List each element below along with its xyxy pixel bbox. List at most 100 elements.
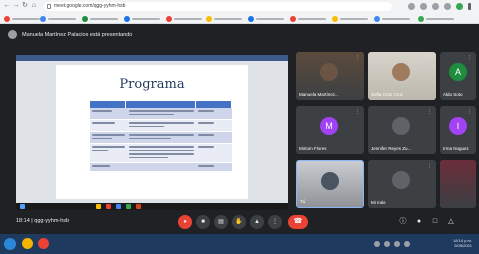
bookmark-item[interactable] [248, 15, 284, 22]
more-options-icon[interactable]: ⋮ [467, 55, 472, 61]
bookmark-item[interactable] [290, 15, 326, 22]
app-icon [96, 204, 101, 209]
participant-avatar: M [320, 117, 338, 135]
chrome-icon[interactable] [38, 238, 49, 249]
tray-icon[interactable] [394, 241, 400, 247]
meeting-details-icon[interactable]: ⓘ [398, 217, 408, 227]
bookmark-item[interactable] [4, 15, 40, 22]
home-icon[interactable]: ⌂ [30, 2, 38, 10]
participant-avatar: A [449, 63, 467, 81]
profile-avatar-icon[interactable] [456, 3, 463, 10]
bookmark-item[interactable] [206, 15, 242, 22]
url-text[interactable]: meet.google.com/qgg-yyhm-hsb [54, 3, 125, 10]
clock-date: 2/05/2021 [454, 243, 472, 248]
more-options-icon[interactable]: ⋮ [427, 55, 432, 61]
participant-video [440, 160, 476, 208]
tray-icon[interactable] [374, 241, 380, 247]
slide-title: Programa [119, 77, 185, 92]
menu-kebab-icon[interactable] [468, 3, 471, 10]
present-icon[interactable]: ▲ [250, 215, 264, 229]
participant-name: Jennifer Reyes Zu... [371, 146, 412, 151]
mic-off-icon[interactable]: ● [178, 215, 192, 229]
lock-icon [47, 4, 51, 9]
windows-start-icon [20, 204, 25, 209]
bookmark-favicon-icon [374, 15, 380, 22]
raise-hand-icon[interactable]: ✋ [232, 215, 246, 229]
file-explorer-icon[interactable] [22, 238, 33, 249]
participant-name: Tú [300, 199, 306, 204]
end-call-button[interactable]: ☎ [288, 215, 308, 229]
bookmark-favicon-icon [332, 15, 338, 22]
app-icon [106, 204, 111, 209]
participant-avatar: I [449, 117, 467, 135]
self-view-tile[interactable]: Tú [296, 160, 364, 208]
shared-screen[interactable]: Programa [16, 55, 288, 213]
presenter-avatar [8, 30, 17, 39]
browser-toolbar: ← → ↻ ⌂ meet.google.com/qgg-yyhm-hsb [0, 0, 479, 13]
tray-icon[interactable] [384, 241, 390, 247]
more-options-icon[interactable]: ⋮ [268, 215, 282, 229]
people-icon[interactable]: ● [414, 217, 424, 227]
taskbar-clock[interactable]: 18:14 p.m. 2/05/2021 [428, 238, 472, 248]
bookmark-favicon-icon [206, 15, 212, 22]
bookmark-favicon-icon [40, 15, 46, 22]
participant-name: Mi más [371, 200, 386, 205]
bookmark-favicon-icon [290, 15, 296, 22]
chat-icon[interactable]: □ [430, 217, 440, 227]
meeting-info: 18:14 | qgg-yyhm-hsb [16, 218, 70, 224]
presenter-taskbar [16, 203, 288, 210]
extension-icon[interactable] [432, 3, 439, 10]
bookmark-item[interactable] [418, 15, 454, 22]
more-options-icon[interactable]: ⋮ [467, 109, 472, 115]
participant-avatar [321, 172, 339, 190]
bookmark-item[interactable] [40, 15, 76, 22]
presenting-text: Manuela Martínez Palacios está presentan… [22, 31, 133, 38]
participant-avatar [392, 171, 410, 189]
more-options-icon[interactable]: ⋮ [427, 109, 432, 115]
table-header-row [90, 101, 232, 108]
meeting-code: qgg-yyhm-hsb [34, 218, 70, 224]
extensions-icon[interactable] [420, 3, 427, 10]
participant-name: Irma Noguez [443, 146, 469, 151]
table-row [90, 120, 232, 132]
presentation-titlebar [16, 55, 288, 61]
captions-icon[interactable]: ▤ [214, 215, 228, 229]
extension-icon[interactable] [444, 3, 451, 10]
meeting-time: 18:14 [16, 218, 30, 224]
participant-name: Aldo Soto [443, 92, 463, 97]
windows-start-icon[interactable] [4, 238, 16, 250]
activities-icon[interactable]: △ [446, 217, 456, 227]
participant-tile[interactable]: ⋮ Sofía Cruz Cruz [368, 52, 436, 100]
participant-avatar [392, 117, 410, 135]
reload-icon[interactable]: ↻ [21, 2, 29, 10]
participant-tile[interactable]: ⋮ Manuela Martínez... [296, 52, 364, 100]
bookmark-item[interactable] [374, 15, 410, 22]
more-options-icon[interactable]: ⋮ [355, 55, 360, 61]
os-taskbar: 18:14 p.m. 2/05/2021 [0, 234, 479, 254]
table-row [90, 132, 232, 144]
more-options-icon[interactable]: ⋮ [427, 163, 432, 169]
bookmark-favicon-icon [124, 15, 130, 22]
participant-tile[interactable]: I ⋮ Irma Noguez [440, 106, 476, 154]
bookmark-item[interactable] [332, 15, 368, 22]
participant-tile[interactable] [440, 160, 476, 208]
participant-avatar [392, 63, 410, 81]
forward-icon[interactable]: → [12, 2, 20, 10]
participant-tile[interactable]: ⋮ Jennifer Reyes Zu... [368, 106, 436, 154]
participant-tile[interactable]: ⋮ Mi más [368, 160, 436, 208]
bookmark-favicon-icon [166, 15, 172, 22]
bookmark-favicon-icon [418, 15, 424, 22]
bookmark-item[interactable] [124, 15, 160, 22]
bookmark-item[interactable] [166, 15, 202, 22]
camera-icon[interactable]: ■ [196, 215, 210, 229]
bookmark-favicon-icon [248, 15, 254, 22]
participant-tile[interactable]: M ⋮ Mirtom Flores [296, 106, 364, 154]
participant-tile[interactable]: A ⋮ Aldo Soto [440, 52, 476, 100]
bookmark-star-icon[interactable] [408, 3, 415, 10]
address-bar[interactable]: meet.google.com/qgg-yyhm-hsb [44, 2, 392, 11]
more-options-icon[interactable]: ⋮ [355, 109, 360, 115]
volume-icon[interactable] [404, 241, 410, 247]
table-row [90, 108, 232, 120]
back-icon[interactable]: ← [3, 2, 11, 10]
bookmark-item[interactable] [82, 15, 118, 22]
